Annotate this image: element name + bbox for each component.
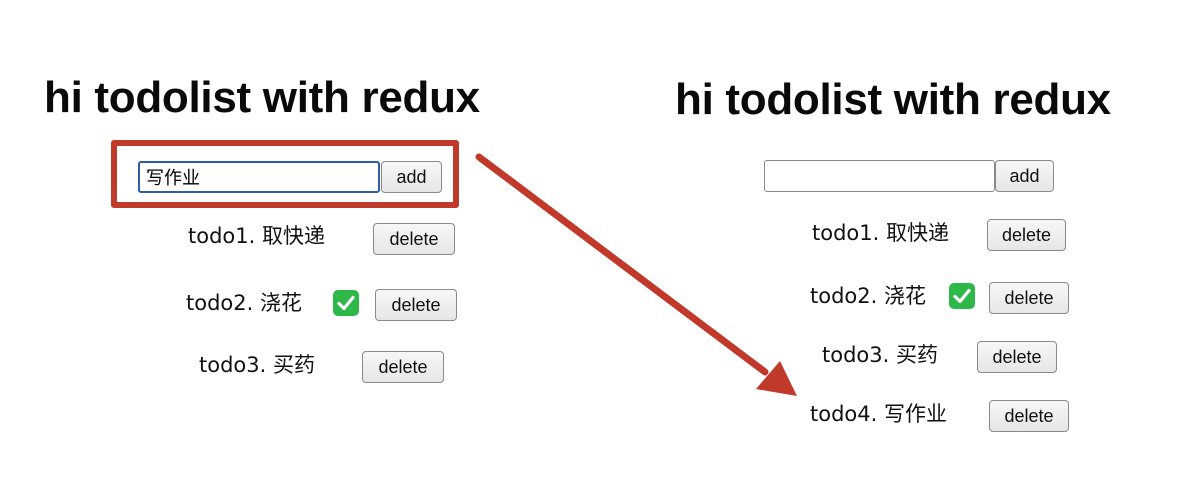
arrow-right-down-icon	[475, 153, 797, 396]
